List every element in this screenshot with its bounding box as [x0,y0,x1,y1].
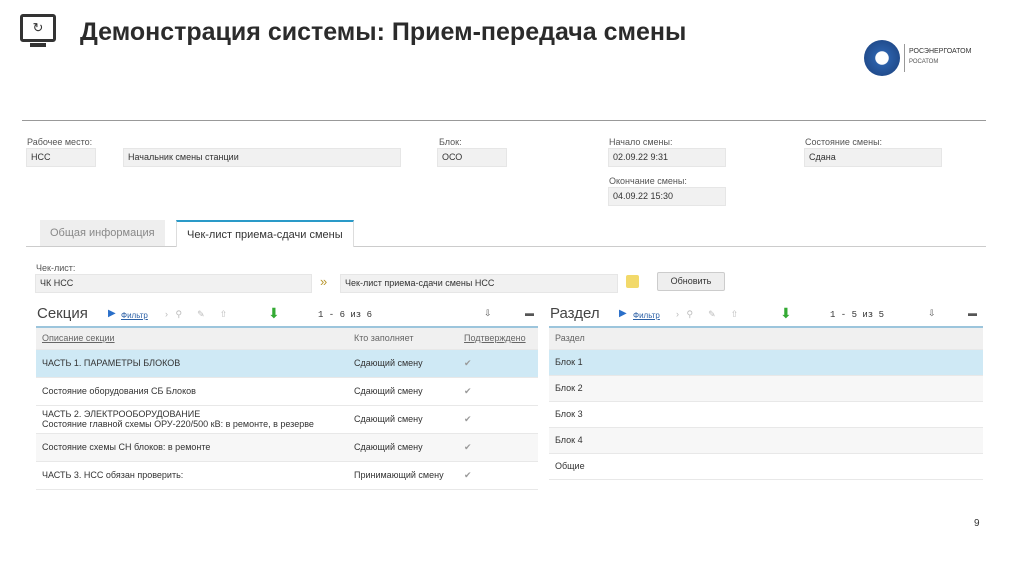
edit-list-icon[interactable] [626,275,639,288]
part-table: Раздел Блок 1 Блок 2 Блок 3 Блок 4 Общие [549,328,983,480]
monitor-stand [30,43,46,47]
start-field[interactable]: 02.09.22 9:31 [608,148,726,167]
checklist-name-field[interactable]: Чек-лист приема-сдачи смены НСС [340,274,618,293]
part-paging: 1 - 5 из 5 [830,310,885,320]
monitor-icon: ↻ [20,14,56,42]
table-row[interactable]: Общие [549,453,983,480]
filter-play-icon[interactable]: ▶ [108,308,116,319]
workplace-label: Рабочее место: [27,137,93,147]
divider [22,120,986,121]
filter-play-icon[interactable]: ▶ [619,308,627,319]
end-label: Окончание смены: [609,176,687,186]
table-row[interactable]: Состояние схемы СН блоков: в ремонте Сдаю… [36,433,538,462]
double-chevron-icon[interactable]: » [320,274,327,289]
state-field[interactable]: Сдана [804,148,942,167]
section-filter-link[interactable]: Фильтр [121,311,148,320]
refresh-button[interactable]: Обновить [657,272,725,291]
table-row[interactable]: ЧАСТЬ 3. НСС обязан проверить: Принимающи… [36,461,538,490]
page-number: 9 [974,518,980,529]
part-filter-link[interactable]: Фильтр [633,311,660,320]
section-paging: 1 - 6 из 6 [318,310,373,320]
table-row[interactable]: Блок 1 [549,349,983,376]
tab-general[interactable]: Общая информация [40,220,165,246]
table-row[interactable]: Блок 3 [549,401,983,428]
end-field[interactable]: 04.09.22 15:30 [608,187,726,206]
block-label: Блок: [439,137,462,147]
checklist-code-field[interactable]: ЧК НСС [35,274,312,293]
table-row[interactable]: Блок 2 [549,375,983,402]
block-field[interactable]: ОСО [437,148,507,167]
collapse-icon[interactable]: ▬ [525,308,534,318]
table-row[interactable]: Состояние оборудования СБ Блоков Сдающий … [36,377,538,406]
tool-icons[interactable]: › ⚲ ✎ ⇧ [165,309,227,320]
collapse-icon[interactable]: ▬ [968,308,977,318]
export-icon[interactable]: ⇩ [928,308,936,319]
checklist-label: Чек-лист: [36,263,76,273]
tab-baseline [26,246,986,247]
section-table: Описание секции Кто заполняет Подтверждено… [36,328,538,490]
download-arrow-icon[interactable]: ⬇ [780,305,792,322]
table-row[interactable]: Блок 4 [549,427,983,454]
tool-icons[interactable]: › ⚲ ✎ ⇧ [676,309,738,320]
section-title: Секция [37,305,88,322]
download-arrow-icon[interactable]: ⬇ [268,305,280,322]
page-title: Демонстрация системы: Прием-передача сме… [80,18,687,46]
logo: РОСЭНЕРГОАТОМ РОСАТОМ [864,40,994,76]
part-title: Раздел [550,305,600,322]
workplace-code-field[interactable]: НСС [26,148,96,167]
table-row[interactable]: ЧАСТЬ 2. ЭЛЕКТРООБОРУДОВАНИЕ Состояние гл… [36,405,538,434]
start-label: Начало смены: [609,137,673,147]
tab-checklist[interactable]: Чек-лист приема-сдачи смены [176,220,354,247]
table-row[interactable]: ЧАСТЬ 1. ПАРАМЕТРЫ БЛОКОВ Сдающий смену ✔ [36,349,538,378]
workplace-name-field[interactable]: Начальник смены станции [123,148,401,167]
export-icon[interactable]: ⇩ [484,308,492,319]
state-label: Состояние смены: [805,137,883,147]
